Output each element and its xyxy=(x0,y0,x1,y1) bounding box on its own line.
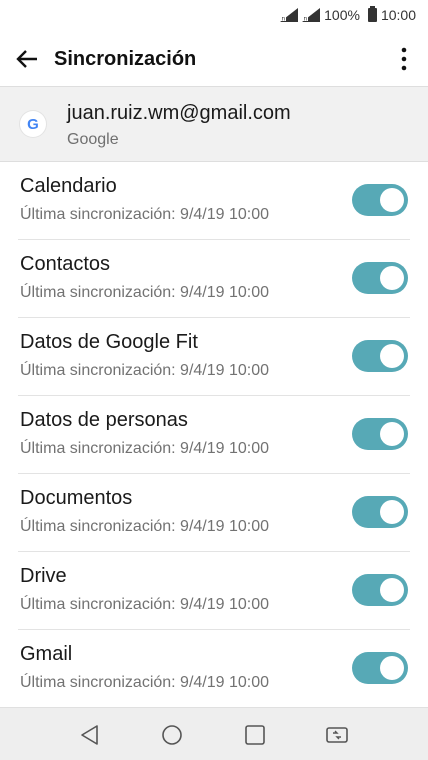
status-bar: n n 100% 10:00 xyxy=(0,0,428,32)
toggle-knob xyxy=(380,188,404,212)
svg-text:n: n xyxy=(304,16,308,23)
sync-item-last-sync: Última sincronización: 9/4/19 10:00 xyxy=(20,362,270,379)
sync-item-title: Drive xyxy=(20,565,67,587)
sync-toggle[interactable] xyxy=(352,418,408,450)
toggle-knob xyxy=(380,578,404,602)
nav-back-icon[interactable] xyxy=(76,721,104,749)
navigation-bar xyxy=(0,707,428,760)
nav-home-icon[interactable] xyxy=(158,721,186,749)
account-type: Google xyxy=(67,131,119,148)
sync-item-gmail[interactable]: Gmail Última sincronización: 9/4/19 10:0… xyxy=(0,630,428,708)
battery-percentage: 100% xyxy=(324,7,360,23)
sync-toggle[interactable] xyxy=(352,574,408,606)
sync-item-title: Gmail xyxy=(20,643,73,665)
clock: 10:00 xyxy=(380,7,416,23)
more-vert-icon[interactable] xyxy=(394,43,414,75)
sync-toggle[interactable] xyxy=(352,184,408,216)
account-panel: G juan.ruiz.wm@gmail.com Google xyxy=(0,86,428,162)
toggle-knob xyxy=(380,344,404,368)
nav-dual-window-icon[interactable] xyxy=(323,721,351,749)
page-title: Sincronización xyxy=(54,48,197,70)
sync-item-last-sync: Última sincronización: 9/4/19 10:00 xyxy=(20,206,270,223)
sync-item-calendario[interactable]: Calendario Última sincronización: 9/4/19… xyxy=(0,162,428,240)
signal-sim2-icon: n xyxy=(302,8,321,23)
nav-recents-icon[interactable] xyxy=(241,721,269,749)
svg-text:n: n xyxy=(282,16,286,23)
google-logo-icon: G xyxy=(20,111,46,137)
toggle-knob xyxy=(380,500,404,524)
sync-item-google-fit[interactable]: Datos de Google Fit Última sincronizació… xyxy=(0,318,428,396)
toggle-knob xyxy=(380,656,404,680)
sync-item-last-sync: Última sincronización: 9/4/19 10:00 xyxy=(20,284,270,301)
account-email: juan.ruiz.wm@gmail.com xyxy=(67,102,291,124)
status-indicators: n n 100% 10:00 xyxy=(280,6,416,23)
sync-item-title: Calendario xyxy=(20,175,117,197)
sync-item-title: Datos de personas xyxy=(20,409,188,431)
sync-item-personas[interactable]: Datos de personas Última sincronización:… xyxy=(0,396,428,474)
sync-item-last-sync: Última sincronización: 9/4/19 10:00 xyxy=(20,440,270,457)
sync-item-last-sync: Última sincronización: 9/4/19 10:00 xyxy=(20,596,270,613)
sync-item-title: Contactos xyxy=(20,253,111,275)
sync-item-documentos[interactable]: Documentos Última sincronización: 9/4/19… xyxy=(0,474,428,552)
toggle-knob xyxy=(380,266,404,290)
sync-item-title: Documentos xyxy=(20,487,133,509)
battery-icon xyxy=(367,6,377,22)
sync-list: Calendario Última sincronización: 9/4/19… xyxy=(0,162,428,708)
app-bar: Sincronización xyxy=(0,32,428,86)
sync-item-drive[interactable]: Drive Última sincronización: 9/4/19 10:0… xyxy=(0,552,428,630)
sync-toggle[interactable] xyxy=(352,262,408,294)
sync-toggle[interactable] xyxy=(352,496,408,528)
sync-item-last-sync: Última sincronización: 9/4/19 10:00 xyxy=(20,518,270,535)
signal-sim1-icon: n xyxy=(280,8,299,23)
sync-item-contactos[interactable]: Contactos Última sincronización: 9/4/19 … xyxy=(0,240,428,318)
back-arrow-icon[interactable] xyxy=(14,46,40,72)
toggle-knob xyxy=(380,422,404,446)
sync-toggle[interactable] xyxy=(352,652,408,684)
sync-toggle[interactable] xyxy=(352,340,408,372)
sync-item-last-sync: Última sincronización: 9/4/19 10:00 xyxy=(20,674,270,691)
sync-item-title: Datos de Google Fit xyxy=(20,331,198,353)
